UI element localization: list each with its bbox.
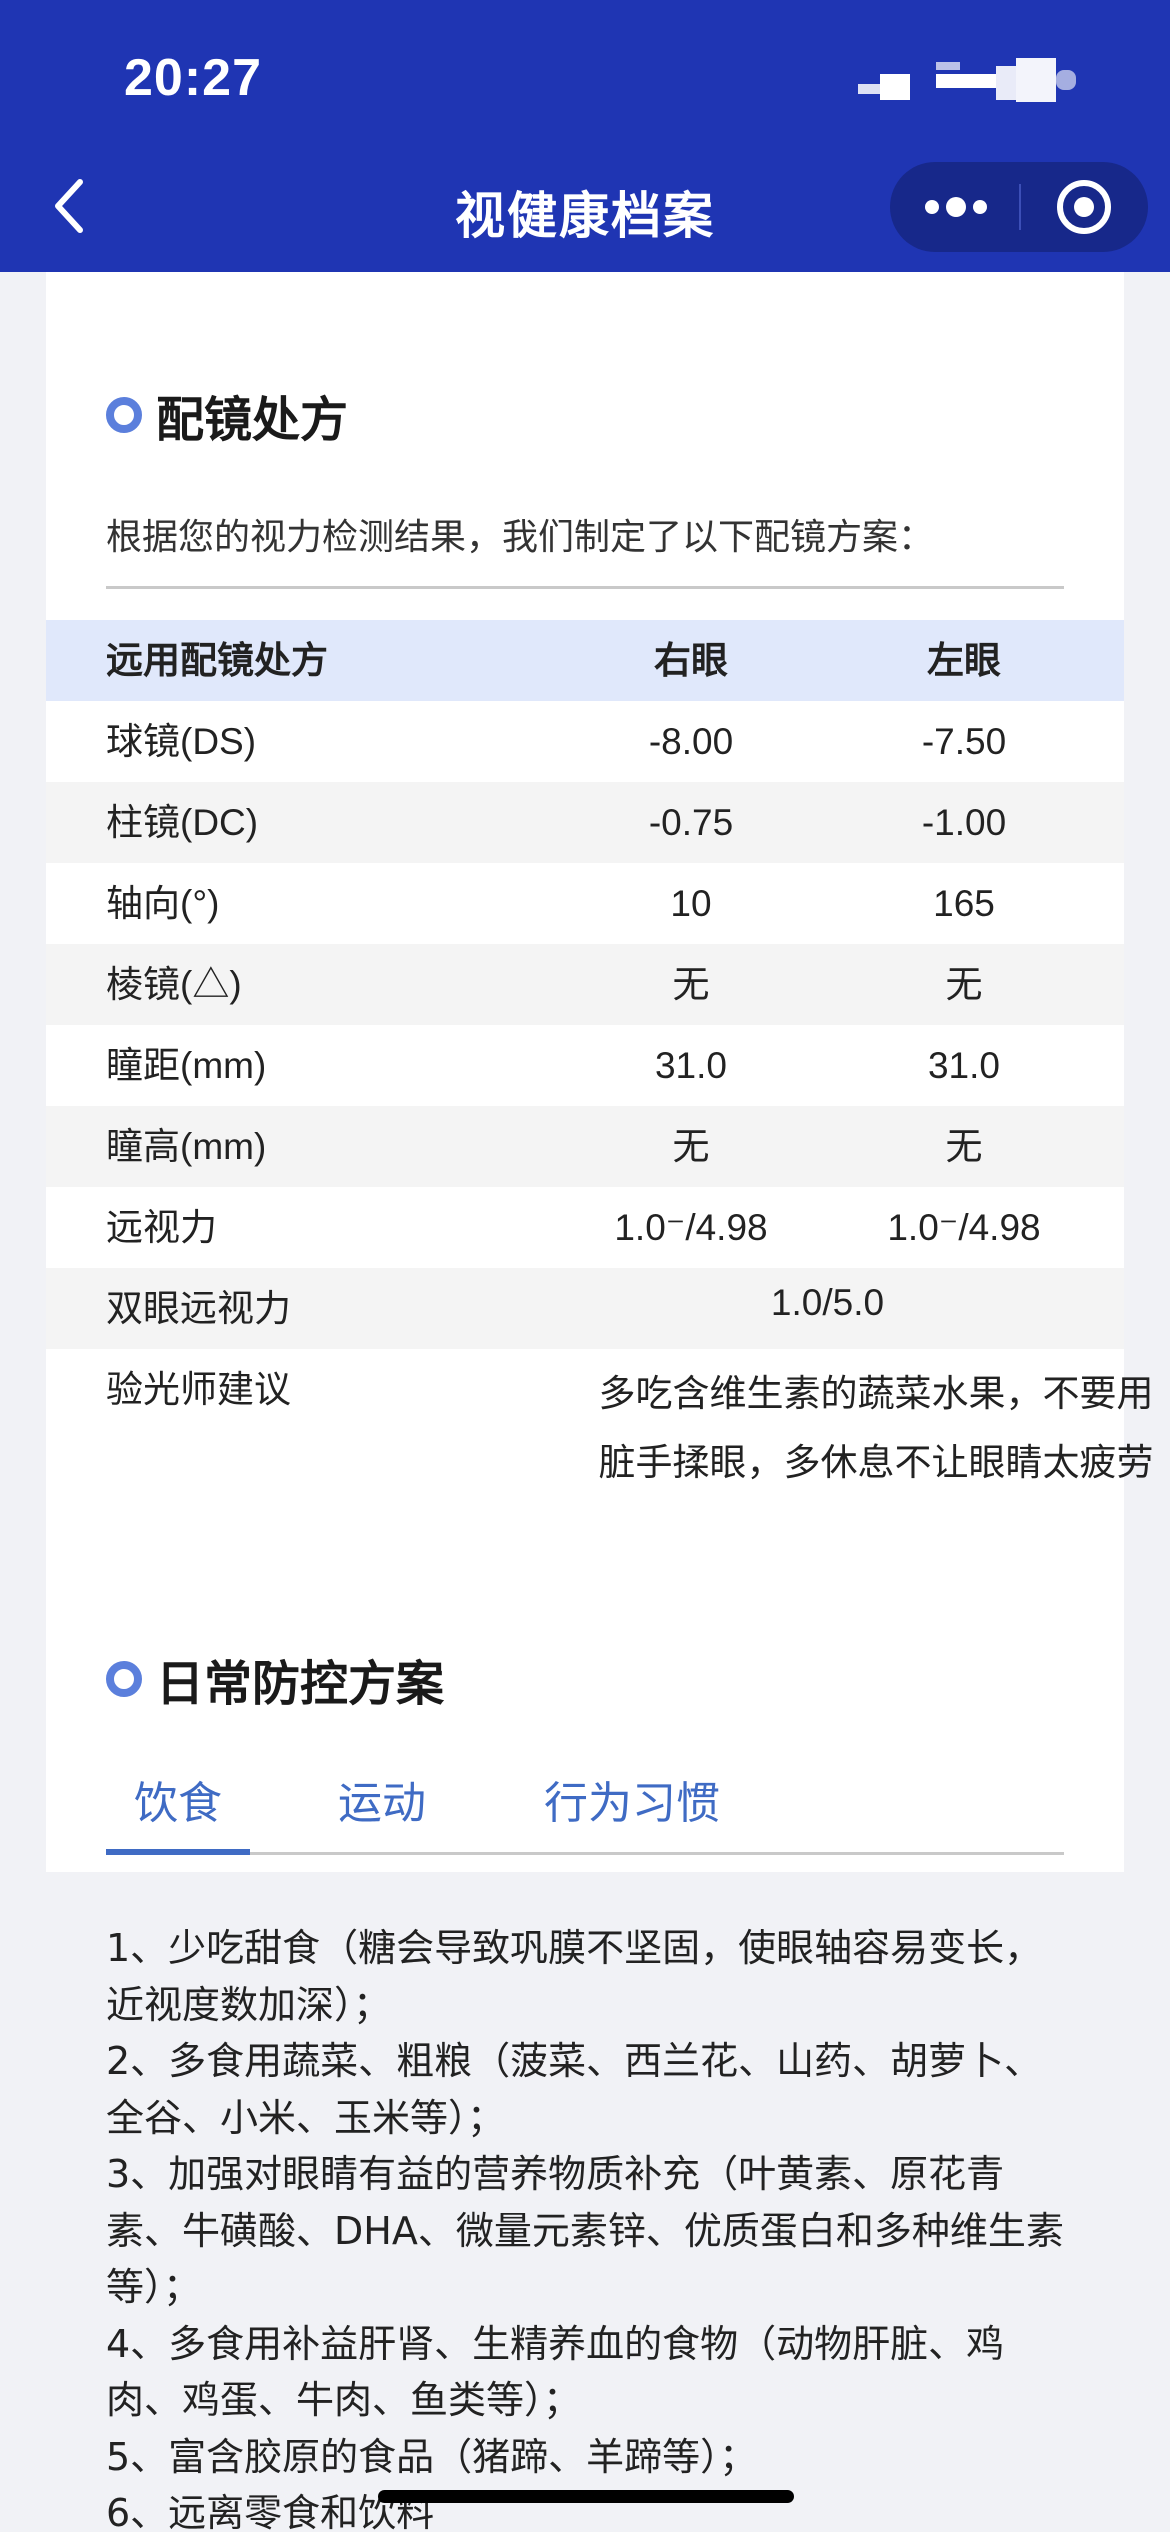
- right-eye-value: -0.75: [648, 802, 734, 843]
- row-label: 瞳高(mm): [106, 1126, 267, 1167]
- tab-exercise[interactable]: 运动: [338, 1767, 426, 1831]
- active-tab-indicator: [106, 1849, 250, 1855]
- right-eye-value: -8.00: [648, 721, 734, 762]
- right-eye-value: 31.0: [654, 1045, 727, 1086]
- tab-habits[interactable]: 行为习惯: [544, 1767, 720, 1831]
- prescription-table: 远用配镜处方 右眼 左眼 球镜(DS) -8.00 -7.50 柱镜(DC) -…: [46, 620, 1154, 1559]
- right-eye-value: 无: [672, 1126, 710, 1167]
- table-row: 球镜(DS) -8.00 -7.50: [46, 701, 1124, 782]
- divider: [106, 586, 1064, 589]
- archive-card: 配镜处方 根据您的视力检测结果，我们制定了以下配镜方案： 远用配镜处方 右眼 左…: [46, 272, 1154, 1872]
- list-item: 5、富含胶原的食品（猪蹄、羊蹄等）；: [106, 2434, 758, 2479]
- left-eye-value: 165: [933, 883, 995, 924]
- prescription-intro: 根据您的视力检测结果，我们制定了以下配镜方案：: [106, 517, 935, 558]
- section-bullet-icon: [106, 397, 142, 433]
- row-label: 瞳距(mm): [106, 1045, 267, 1086]
- row-label: 轴向(°): [106, 883, 220, 924]
- table-row: 柱镜(DC) -0.75 -1.00: [46, 782, 1124, 863]
- mini-program-capsule: [890, 162, 1148, 252]
- table-row: 瞳高(mm) 无 无: [46, 1106, 1124, 1187]
- row-label: 柱镜(DC): [106, 802, 259, 843]
- row-label: 棱镜(△): [106, 964, 242, 1005]
- home-indicator[interactable]: [378, 2490, 794, 2503]
- section-title: 配镜处方: [156, 392, 349, 448]
- more-icon[interactable]: [890, 162, 1019, 252]
- row-label: 球镜(DS): [106, 721, 257, 762]
- left-eye-value: 1.0⁻/4.98: [887, 1207, 1041, 1248]
- right-eye-value: 无: [672, 964, 710, 1005]
- section-bullet-icon: [106, 1661, 142, 1697]
- right-eye-value: 1.0⁻/4.98: [614, 1207, 768, 1248]
- plan-section-header: 日常防控方案: [106, 1644, 444, 1714]
- row-label: 远视力: [106, 1207, 217, 1248]
- status-icons: [850, 58, 1090, 102]
- table-row: 远视力 1.0⁻/4.98 1.0⁻/4.98: [46, 1187, 1124, 1268]
- list-item: 3、加强对眼睛有益的营养物质补充（叶黄素、原花青素、牛磺酸、DHA、微量元素锌、…: [106, 2152, 1064, 2309]
- plan-tabs: 饮食 运动 行为习惯: [106, 1767, 1064, 1857]
- left-eye-value: 无: [945, 964, 983, 1005]
- signal-icon: [858, 58, 1076, 102]
- table-row: 棱镜(△) 无 无: [46, 944, 1124, 1025]
- list-item: 2、多食用蔬菜、粗粮（菠菜、西兰花、山药、胡萝卜、全谷、小米、玉米等）；: [106, 2039, 1043, 2140]
- tab-diet[interactable]: 饮食: [134, 1767, 222, 1831]
- prescription-section-header: 配镜处方: [106, 380, 348, 450]
- header-cell: 远用配镜处方: [106, 640, 328, 681]
- right-eye-value: 10: [670, 883, 712, 924]
- table-row: 轴向(°) 10 165: [46, 863, 1124, 944]
- section-title: 日常防控方案: [156, 1656, 445, 1712]
- table-row: 瞳距(mm) 31.0 31.0: [46, 1025, 1124, 1106]
- list-item: 1、少吃甜食（糖会导致巩膜不坚固，使眼轴容易变长，近视度数加深）；: [106, 1926, 1043, 2027]
- status-time: 20:27: [124, 49, 262, 107]
- plan-content: 1、少吃甜食（糖会导致巩膜不坚固，使眼轴容易变长，近视度数加深）； 2、多食用蔬…: [106, 1920, 1066, 2532]
- left-eye-value: -1.00: [921, 802, 1007, 843]
- row-label: 验光师建议: [106, 1369, 291, 1410]
- header-cell: 左眼: [927, 640, 1001, 681]
- binocular-value: 1.0/5.0: [770, 1282, 885, 1323]
- left-eye-value: 31.0: [927, 1045, 1000, 1086]
- left-eye-value: 无: [945, 1126, 983, 1167]
- close-target-icon[interactable]: [1020, 162, 1148, 252]
- table-row: 验光师建议 多吃含维生素的蔬菜水果，不要用脏手揉眼，多休息不让眼睛太疲劳: [46, 1349, 1154, 1559]
- list-item: 4、多食用补益肝肾、生精养血的食物（动物肝脏、鸡肉、鸡蛋、牛肉、鱼类等）；: [106, 2321, 1005, 2423]
- advice-value: 多吃含维生素的蔬菜水果，不要用脏手揉眼，多休息不让眼睛太疲劳: [598, 1372, 1154, 1484]
- table-row: 双眼远视力 1.0/5.0: [46, 1268, 1124, 1349]
- left-eye-value: -7.50: [921, 721, 1007, 762]
- row-label: 双眼远视力: [106, 1288, 291, 1329]
- top-bar: 20:27 视健康档案: [0, 0, 1170, 272]
- header-cell: 右眼: [654, 640, 728, 681]
- table-header-row: 远用配镜处方 右眼 左眼: [46, 620, 1124, 701]
